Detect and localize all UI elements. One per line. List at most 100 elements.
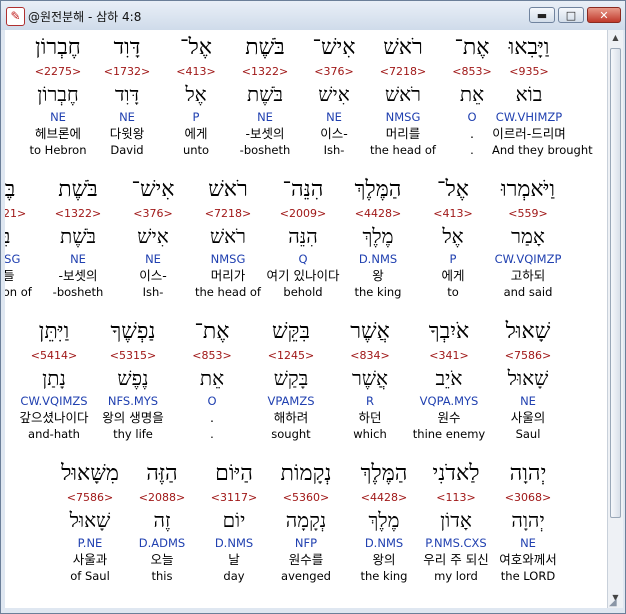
english-gloss: which [353, 427, 387, 441]
word-cell[interactable]: הַזֶּה <2088> זֶה D.ADMS 오늘 this [125, 458, 199, 584]
word-cell[interactable]: בֹּשֶׁת <1322> בֹּשֶׁת NE -보셋의 -bosheth [228, 32, 302, 158]
strong-number: <7586> [66, 491, 114, 504]
english-gloss: the son of [5, 285, 32, 299]
root-word: בָּקַשׁ [273, 366, 309, 390]
korean-gloss: 우리 주 되신 [423, 552, 489, 567]
korean-gloss: 여호와께서 [499, 552, 557, 567]
korean-gloss: 에게 [184, 126, 208, 141]
strong-number: <3117> [210, 491, 258, 504]
korean-gloss: . [470, 126, 474, 141]
word-cell[interactable]: רֹאשׁ <7218> רֹאשׁ NMSG 머리가 the head of [191, 174, 265, 300]
morphology-code: NE [50, 110, 66, 124]
strong-number: <5315> [109, 349, 157, 362]
strong-number: <1732> [103, 65, 151, 78]
hebrew-word: אֲשֶׁר [350, 319, 390, 344]
root-word: מֶלֶךְ [362, 224, 394, 248]
interlinear-view: וַיָּבִאוּ <935> בוֹא CW.VHIMZP 이르러-드리며 And t… [5, 30, 607, 608]
word-cell[interactable]: הַיּוֹם <3117> יוֹם D.NMS 날 day [197, 458, 271, 584]
morphology-code: D.NMS [214, 536, 254, 550]
word-cell[interactable]: אֶת־ <853> אֵת O.. [175, 316, 249, 442]
word-cell[interactable]: וַיִּתֵּן <5414> נָתַן CW.VQIMZS 갚으셨나이다 and-h… [17, 316, 91, 442]
word-cell[interactable]: אִישׁ־ <376> אִישׁ NE 이스- Ish- [116, 174, 190, 300]
morphology-code: NMSG [210, 252, 246, 266]
root-word: אֵת [199, 366, 225, 390]
korean-gloss: 헤브론에 [34, 126, 81, 141]
book-icon[interactable]: ✎ [6, 7, 25, 26]
word-cell[interactable]: אִישׁ־ <376> אִישׁ NE 이스- Ish- [297, 32, 371, 158]
word-cell[interactable]: אֶל־ <413> אֶל P 에게 unto [159, 32, 233, 158]
english-gloss: the head of [195, 285, 261, 299]
hebrew-word: וַיֹּאמְרוּ [500, 177, 556, 202]
korean-gloss: -보셋의 [58, 268, 98, 283]
hebrew-word: חֶבְרוֹן [35, 35, 81, 60]
strong-number: <2088> [138, 491, 186, 504]
word-cell[interactable]: שָׁאוּל <7586> שָׁאוּל NE 사울의 Saul [491, 316, 565, 442]
root-word: נָתַן [42, 366, 66, 390]
strong-number: <413> [433, 207, 473, 220]
word-cell[interactable]: אֹיִבְךָ <341> אֹיֵב VQPA.MYS 원수 thine enemy [412, 316, 486, 442]
strong-number: <1245> [267, 349, 315, 362]
word-cell[interactable]: נְקָמוֹת <5360> נְקָמָה NFP 원수를 avenged [269, 458, 343, 584]
root-word: בֹּשֶׁת [60, 224, 96, 248]
word-cell[interactable]: בִּקֵּשׁ <1245> בָּקַשׁ VPAMZS 해하려 sought [254, 316, 328, 442]
korean-gloss: 사울의 [510, 410, 546, 425]
word-cell[interactable]: אֶל־ <413> אֶל P 에게 to [416, 174, 490, 300]
english-gloss: -bosheth [52, 285, 104, 299]
strong-number: <1121> [5, 207, 27, 220]
hebrew-word: וַיִּתֵּן [38, 319, 70, 344]
word-cell[interactable]: בֹּשֶׁת <1322> בֹּשֶׁת NE -보셋의 -bosheth [41, 174, 115, 300]
hebrew-word: דָּוִד [113, 35, 141, 60]
root-word: נֶפֶשׁ [117, 366, 149, 390]
strong-number: <7586> [504, 349, 552, 362]
scroll-thumb[interactable] [610, 48, 621, 518]
hebrew-word: נַפְשֶׁךָ [110, 319, 156, 344]
hebrew-word: אֶל־ [180, 35, 212, 60]
morphology-code: P.NE [77, 536, 103, 550]
word-cell[interactable]: חֶבְרוֹן <2275> חֶבְרוֹן NE 헤브론에 to Hebron [21, 32, 95, 158]
hebrew-word: בֹּשֶׁת [245, 35, 285, 60]
root-word: חֶבְרוֹן [37, 82, 79, 106]
english-gloss: day [223, 569, 245, 583]
korean-gloss: 왕 [372, 268, 384, 283]
morphology-code: O [207, 394, 217, 408]
korean-gloss: 원수를 [288, 552, 324, 567]
english-gloss: behold [283, 285, 323, 299]
english-gloss: and said [503, 285, 553, 299]
word-cell[interactable]: לַאדֹנִי <113> אָדוֹן P.NMS.CXS 우리 주 되신 my lo… [419, 458, 493, 584]
word-cell[interactable]: נַפְשֶׁךָ <5315> נֶפֶשׁ NFS.MYS 왕의 생명을 thy li… [96, 316, 170, 442]
strong-number: <341> [429, 349, 469, 362]
morphology-code: NE [520, 394, 536, 408]
morphology-code: NFP [294, 536, 318, 550]
word-cell[interactable]: רֹאשׁ <7218> רֹאשׁ NMSG 머리를 the head of [366, 32, 440, 158]
word-cell[interactable]: וַיֹּאמְרוּ <559> אָמַר CW.VQIMZP 고하되 and sai… [491, 174, 565, 300]
word-cell[interactable]: בֶּן־ <1121> בֵּן NMSG 아들 the son of [5, 174, 40, 300]
word-cell[interactable]: הַמֶּלֶךְ <4428> מֶלֶךְ D.NMS 왕 the king [341, 174, 415, 300]
korean-gloss: 머리를 [385, 126, 421, 141]
word-cell[interactable]: יְהוָה <3068> יְהוָה NE 여호와께서 the LORD [491, 458, 565, 584]
hebrew-word: הַיּוֹם [215, 461, 253, 486]
hebrew-word: שָׁאוּל [505, 319, 551, 344]
hebrew-word: אִישׁ־ [131, 177, 175, 202]
morphology-code: NMSG [5, 252, 21, 266]
title-bar[interactable]: ✎ @원전분해 - 삼하 4:8 ▬ □ ✕ [1, 1, 625, 30]
word-cell[interactable]: הַמֶּלֶךְ <4428> מֶלֶךְ D.NMS 왕의 the king [347, 458, 421, 584]
english-gloss: . [470, 143, 474, 157]
hebrew-word: בֶּן־ [5, 177, 16, 202]
root-word: אֶל [442, 224, 464, 248]
vertical-scrollbar[interactable]: ▲ ▼ [607, 30, 623, 608]
hebrew-word: מִשָּׁאוּל [61, 461, 119, 486]
word-cell[interactable]: מִשָּׁאוּל <7586> שָׁאוּל P.NE 사울과 of Saul [53, 458, 127, 584]
resize-grip-icon[interactable]: ◢ [609, 597, 617, 608]
word-cell[interactable]: הִנֵּה־ <2009> הִנֵּה Q 여기 있나이다 behold [266, 174, 340, 300]
hebrew-word: אֶל־ [437, 177, 469, 202]
close-button[interactable]: ✕ [587, 7, 621, 23]
word-cell[interactable]: אֲשֶׁר <834> אֲשֶׁר R 하던 which [333, 316, 407, 442]
word-cell[interactable]: דָּוִד <1732> דָּוִד NE 다윗왕 David [90, 32, 164, 158]
korean-gloss: 갚으셨나이다 [19, 410, 89, 425]
word-cell[interactable]: אֶת־ <853> אֵת O.. [435, 32, 509, 158]
morphology-code: NE [520, 536, 536, 550]
maximize-button[interactable]: □ [558, 7, 584, 23]
minimize-button[interactable]: ▬ [529, 7, 555, 23]
scroll-up-arrow[interactable]: ▲ [608, 30, 623, 46]
hebrew-word: רֹאשׁ [208, 177, 248, 202]
